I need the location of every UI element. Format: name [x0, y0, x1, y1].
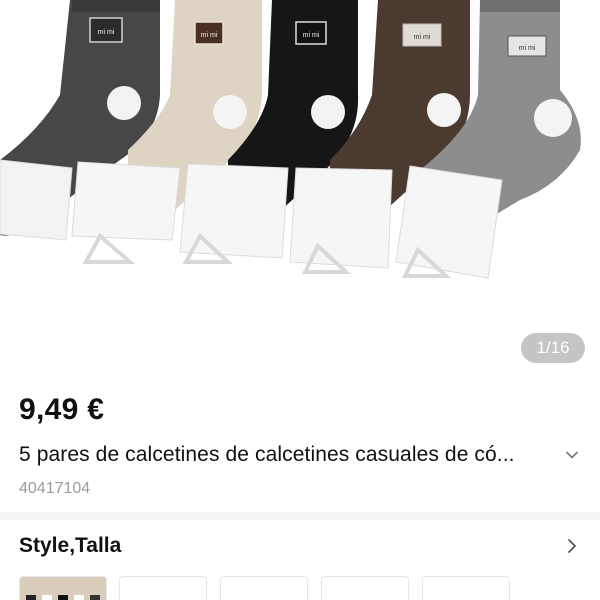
- variant-thumbnail[interactable]: [321, 576, 409, 600]
- svg-text:mi mi: mi mi: [201, 32, 218, 39]
- chevron-down-icon[interactable]: [565, 448, 579, 462]
- variant-thumbnails: [19, 576, 600, 600]
- variant-thumbnail[interactable]: [119, 576, 207, 600]
- variant-thumbnail[interactable]: [19, 576, 107, 600]
- image-counter: 1/16: [521, 333, 585, 363]
- svg-text:mi mi: mi mi: [519, 45, 536, 52]
- variant-thumbnail[interactable]: [422, 576, 510, 600]
- chevron-right-icon[interactable]: [565, 538, 579, 554]
- product-sku: 40417104: [19, 480, 91, 497]
- product-price: 9,49 €: [19, 393, 105, 426]
- socks-product-photo: mi mi mi mi mi mi mi mi mi mi: [0, 0, 581, 279]
- svg-text:mi mi: mi mi: [98, 29, 115, 36]
- product-image-carousel[interactable]: mi mi mi mi mi mi mi mi mi mi 1/16: [0, 0, 600, 378]
- product-title: 5 pares de calcetines de calcetines casu…: [19, 443, 515, 466]
- option-label: Style,Talla: [19, 534, 122, 557]
- svg-text:mi mi: mi mi: [303, 32, 320, 39]
- product-title-row[interactable]: 5 pares de calcetines de calcetines casu…: [19, 440, 585, 470]
- section-divider: [0, 512, 600, 520]
- svg-text:mi mi: mi mi: [414, 34, 431, 41]
- variant-thumbnail[interactable]: [220, 576, 308, 600]
- style-size-selector[interactable]: Style,Talla: [19, 531, 585, 561]
